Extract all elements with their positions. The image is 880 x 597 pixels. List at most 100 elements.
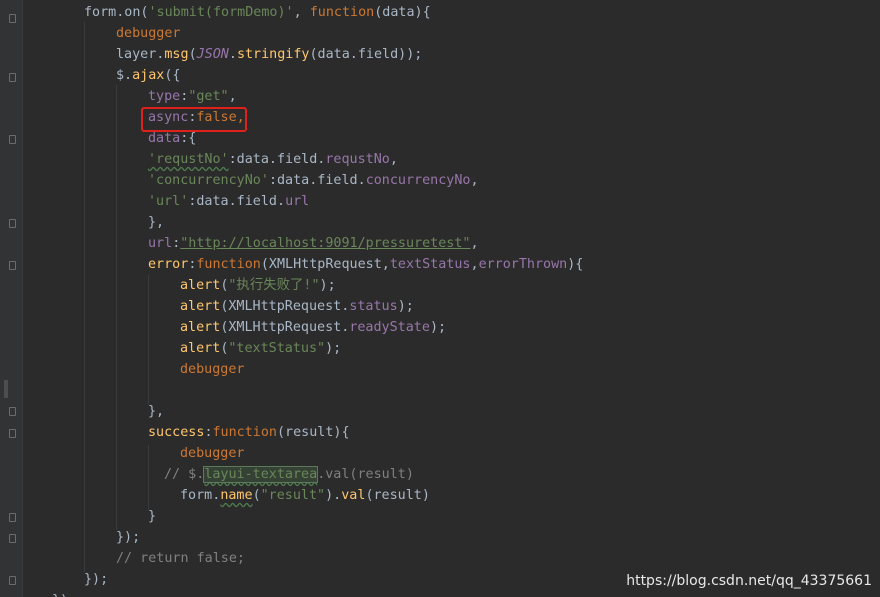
code-token: "result"	[260, 488, 326, 503]
fold-marker-icon[interactable]	[9, 14, 16, 23]
code-token: data	[148, 131, 181, 146]
fold-marker-icon[interactable]	[9, 576, 16, 585]
code-token: :	[204, 425, 213, 440]
code-line[interactable]: 'requstNo':data.field.requstNo,	[148, 149, 398, 170]
code-token: });	[116, 530, 141, 545]
code-token: ).	[325, 488, 342, 503]
code-token: }	[148, 509, 157, 524]
code-token: "执行失败了!"	[228, 278, 320, 293]
code-line[interactable]: alert("textStatus");	[180, 338, 341, 359]
code-token: ,	[470, 236, 479, 251]
fold-marker-icon[interactable]	[9, 407, 16, 416]
code-token: ,	[228, 89, 237, 104]
code-token: concurrencyNo	[365, 173, 471, 188]
editor-gutter	[0, 0, 23, 597]
code-line[interactable]: layer.msg(JSON.stringify(data.field));	[116, 44, 422, 65]
code-token: errorThrown	[478, 257, 568, 272]
code-line[interactable]: // $.layui-textarea.val(result)	[164, 464, 414, 485]
code-token: :data.field.	[268, 173, 366, 188]
code-token: ,	[293, 5, 310, 20]
code-token: "http://localhost:9091/pressuretest"	[180, 236, 471, 251]
fold-marker-icon[interactable]	[9, 219, 16, 228]
code-line[interactable]: form.on('submit(formDemo)', function(dat…	[84, 2, 431, 23]
code-token: debugger	[180, 362, 245, 377]
code-token: alert	[180, 299, 221, 314]
code-line[interactable]: alert(XMLHttpRequest.status);	[180, 296, 414, 317]
code-token: alert	[180, 320, 221, 335]
code-line[interactable]: error:function(XMLHttpRequest,textStatus…	[148, 254, 583, 275]
indent-guide	[148, 445, 149, 510]
code-token: JSON	[196, 47, 229, 62]
code-token: (data.field));	[309, 47, 423, 62]
code-token: (result){	[277, 425, 350, 440]
code-line[interactable]: 'url':data.field.url	[148, 191, 309, 212]
code-token: );	[397, 299, 414, 314]
code-line[interactable]: $.ajax({	[116, 65, 181, 86]
code-token: (XMLHttpRequest.	[220, 320, 350, 335]
code-token: },	[148, 404, 165, 419]
code-token: (result)	[365, 488, 430, 503]
indent-guide	[116, 85, 117, 530]
fold-marker-icon[interactable]	[9, 534, 16, 543]
code-token: .	[228, 47, 237, 62]
fold-marker-icon[interactable]	[9, 135, 16, 144]
code-token: readyState	[349, 320, 430, 335]
code-editor[interactable]: form.on('submit(formDemo)', function(dat…	[0, 0, 880, 597]
code-token: name	[220, 488, 253, 503]
indent-guide	[148, 275, 149, 405]
code-token: ajax	[132, 68, 165, 83]
code-token: url	[285, 194, 310, 209]
code-token: ,	[470, 257, 479, 272]
code-token: 'requstNo'	[148, 152, 229, 167]
code-token: });	[52, 593, 76, 597]
code-line[interactable]: 'concurrencyNo':data.field.concurrencyNo…	[148, 170, 479, 191]
code-line[interactable]: type:"get",	[148, 86, 237, 107]
code-token: layer.	[116, 47, 165, 62]
code-token: function	[196, 257, 261, 272]
code-token: 'url'	[148, 194, 189, 209]
code-line[interactable]: },	[148, 212, 164, 233]
code-token: );	[429, 320, 447, 335]
code-line[interactable]: success:function(result){	[148, 422, 350, 443]
fold-marker-icon[interactable]	[9, 513, 16, 522]
code-token: alert	[180, 341, 221, 356]
code-line[interactable]: form.name("result").val(result)	[180, 485, 430, 506]
code-line[interactable]: debugger	[116, 23, 181, 44]
code-line[interactable]: }	[148, 506, 156, 527]
code-token: status	[349, 299, 398, 314]
fold-marker-icon[interactable]	[9, 261, 16, 270]
code-token: debugger	[116, 26, 181, 41]
code-token: alert	[180, 278, 221, 293]
code-token: form.on(	[84, 5, 149, 20]
code-token: (	[188, 47, 197, 62]
code-token: function	[309, 5, 375, 20]
indent-guide	[84, 22, 85, 572]
code-token: "textStatus"	[228, 341, 326, 356]
code-line[interactable]: });	[116, 527, 140, 548]
code-line[interactable]: });	[84, 569, 108, 590]
code-token: );	[319, 278, 336, 293]
code-token: requstNo	[325, 152, 390, 167]
fold-marker-icon[interactable]	[9, 73, 16, 82]
code-line[interactable]: // return false;	[116, 548, 245, 569]
code-line[interactable]: debugger	[180, 359, 245, 380]
code-token: 'submit(formDemo)'	[148, 5, 294, 20]
code-token: textStatus	[389, 257, 471, 272]
code-token: form.	[180, 488, 221, 503]
code-line[interactable]: alert("执行失败了!");	[180, 275, 336, 296]
code-token: msg	[164, 47, 189, 62]
code-line[interactable]: });	[52, 590, 76, 597]
code-token: });	[84, 572, 109, 587]
code-token: );	[325, 341, 342, 356]
fold-marker-icon[interactable]	[9, 429, 16, 438]
code-line[interactable]: alert(XMLHttpRequest.readyState);	[180, 317, 446, 338]
code-token: function	[212, 425, 278, 440]
code-token: val	[341, 488, 366, 503]
code-token: 'concurrencyNo'	[148, 173, 269, 188]
code-line[interactable]: debugger	[180, 443, 245, 464]
code-line[interactable]: url:"http://localhost:9091/pressuretest"…	[148, 233, 479, 254]
code-line[interactable]: },	[148, 401, 164, 422]
code-token: type	[148, 89, 181, 104]
code-token: // $.	[164, 467, 205, 482]
code-token: },	[148, 215, 165, 230]
